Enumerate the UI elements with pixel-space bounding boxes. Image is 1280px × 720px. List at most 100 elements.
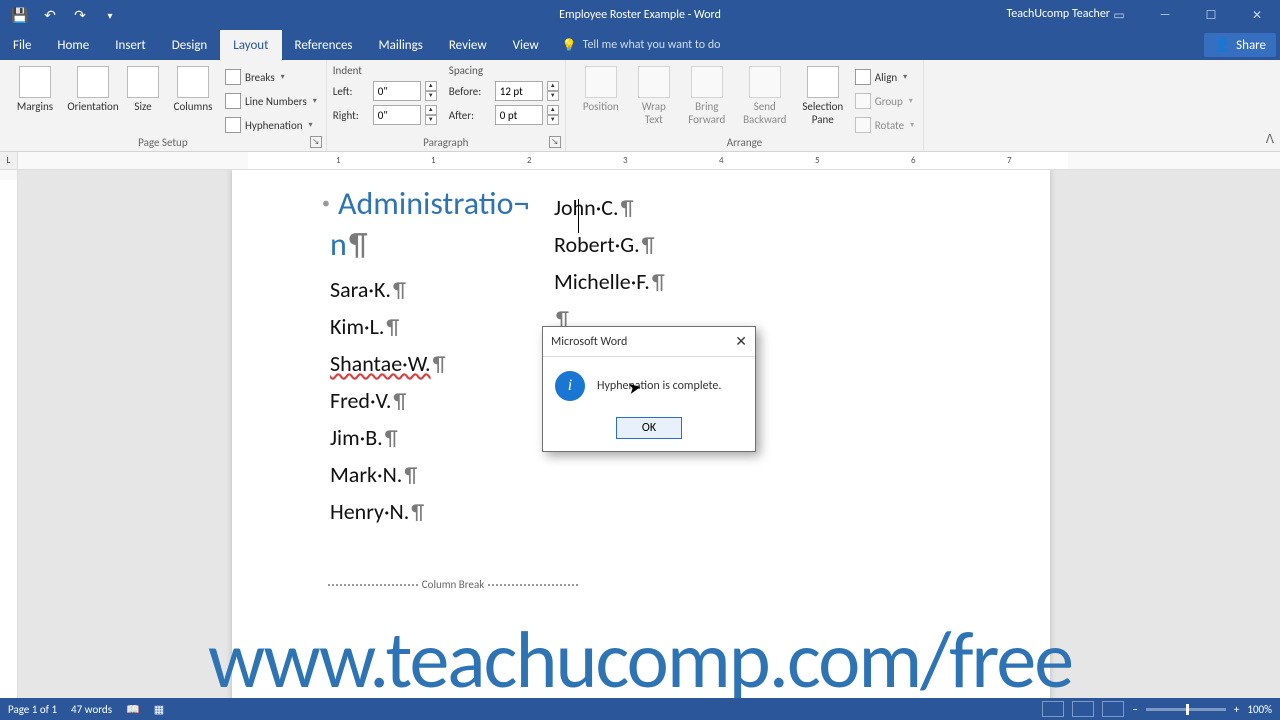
- bring-forward-icon: [691, 66, 723, 98]
- hyphenation-button[interactable]: Hyphenation: [222, 114, 320, 136]
- print-layout-icon[interactable]: [1072, 701, 1094, 717]
- tab-references[interactable]: References: [282, 30, 366, 60]
- spin-down-icon[interactable]: ▼: [547, 115, 559, 125]
- spin-up-icon[interactable]: ▲: [547, 105, 559, 115]
- spacing-header: Spacing: [449, 64, 559, 79]
- ribbon-display-icon[interactable]: ▭: [1096, 0, 1142, 30]
- zoom-level[interactable]: 100%: [1247, 703, 1272, 716]
- dialog-ok-button[interactable]: OK: [616, 417, 682, 439]
- columns-button[interactable]: Columns: [164, 62, 222, 117]
- collapse-ribbon-icon[interactable]: ᐱ: [1266, 132, 1274, 147]
- margins-label: Margins: [17, 100, 53, 113]
- orientation-label: Orientation: [67, 100, 118, 113]
- list-item: Henry·N.¶: [330, 498, 530, 525]
- spin-up-icon[interactable]: ▲: [547, 81, 559, 91]
- breaks-button[interactable]: Breaks: [222, 66, 320, 88]
- ribbon-tabs: File Home Insert Design Layout Reference…: [0, 30, 1280, 60]
- line-numbers-button[interactable]: Line Numbers: [222, 90, 320, 112]
- share-button[interactable]: 👤 Share: [1204, 33, 1276, 57]
- list-item: John·C.¶: [554, 194, 804, 221]
- send-backward-icon: [749, 66, 781, 98]
- list-item: Shantae·W.¶: [330, 350, 530, 377]
- user-name[interactable]: TeachUcomp Teacher: [1006, 7, 1110, 21]
- zoom-in-icon[interactable]: +: [1234, 703, 1239, 716]
- tab-design[interactable]: Design: [159, 30, 220, 60]
- columns-icon: [177, 66, 209, 98]
- status-word-count[interactable]: 47 words: [71, 703, 112, 716]
- spacing-before-label: Before:: [449, 85, 491, 98]
- bring-forward-button: Bring Forward: [678, 62, 736, 130]
- list-item: Michelle·F.¶: [554, 268, 804, 295]
- spacing-before-field[interactable]: Before: ▲▼: [449, 79, 559, 103]
- macro-icon[interactable]: ▦: [154, 703, 164, 716]
- tab-file[interactable]: File: [0, 30, 44, 60]
- vertical-ruler[interactable]: [0, 170, 18, 698]
- status-page[interactable]: Page 1 of 1: [8, 703, 57, 716]
- read-mode-icon[interactable]: [1042, 701, 1064, 717]
- tell-me-search[interactable]: 💡 Tell me what you want to do: [562, 30, 721, 60]
- spacing-after-label: After:: [449, 109, 491, 122]
- tab-view[interactable]: View: [500, 30, 552, 60]
- spacing-before-input[interactable]: [495, 81, 543, 101]
- hyphenation-icon: [225, 117, 241, 133]
- share-icon: 👤: [1214, 38, 1230, 53]
- spin-down-icon[interactable]: ▼: [425, 115, 437, 125]
- spacing-after-input[interactable]: [495, 105, 543, 125]
- wrap-text-button: Wrap Text: [630, 62, 678, 130]
- tab-review[interactable]: Review: [436, 30, 500, 60]
- status-bar: Page 1 of 1 47 words 📖 ▦ − + 100%: [0, 698, 1280, 720]
- tab-home[interactable]: Home: [44, 30, 102, 60]
- tab-mailings[interactable]: Mailings: [366, 30, 436, 60]
- undo-icon[interactable]: ↶: [36, 1, 64, 29]
- indent-right-field[interactable]: Right:▲▼: [333, 103, 437, 127]
- dialog-title: Microsoft Word: [551, 335, 627, 349]
- maximize-icon[interactable]: ☐: [1188, 0, 1234, 30]
- column-break-marker: Column Break: [328, 578, 578, 591]
- rotate-label: Rotate: [875, 119, 904, 132]
- heading-administration: •Administratio¬n¶: [330, 184, 530, 266]
- tab-insert[interactable]: Insert: [102, 30, 159, 60]
- paragraph-launcher-icon[interactable]: ↘: [549, 136, 561, 148]
- tab-layout[interactable]: Layout: [220, 30, 281, 60]
- minimize-icon[interactable]: —: [1142, 0, 1188, 30]
- close-icon[interactable]: ✕: [1234, 0, 1280, 30]
- selection-pane-label: Selection Pane: [798, 100, 848, 126]
- save-icon[interactable]: 💾: [6, 1, 34, 29]
- size-button[interactable]: Size: [122, 62, 164, 117]
- indent-right-input[interactable]: [373, 105, 421, 125]
- align-icon: [855, 69, 871, 85]
- qat-customize-icon[interactable]: ▾: [96, 1, 124, 29]
- paragraph-group-label: Paragraph: [333, 136, 559, 151]
- bring-forward-label: Bring Forward: [682, 100, 732, 126]
- selection-pane-button[interactable]: Selection Pane: [794, 62, 852, 130]
- indent-left-field[interactable]: Left:▲▼: [333, 79, 437, 103]
- wrap-text-icon: [638, 66, 670, 98]
- horizontal-ruler[interactable]: L 1 1 2 3 4 5 6 7: [0, 152, 1280, 170]
- columns-label: Columns: [174, 100, 213, 113]
- indent-header: Indent: [333, 64, 437, 79]
- align-button[interactable]: Align: [852, 66, 917, 88]
- margins-button[interactable]: Margins: [6, 62, 64, 117]
- list-item: Mark·N.¶: [330, 461, 530, 488]
- spin-down-icon[interactable]: ▼: [425, 91, 437, 101]
- zoom-slider[interactable]: [1146, 708, 1226, 711]
- dialog-message: Hyphenation is complete.: [597, 379, 721, 393]
- breaks-icon: [225, 69, 241, 85]
- redo-icon[interactable]: ↷: [66, 1, 94, 29]
- page-setup-group-label: Page Setup: [6, 136, 320, 151]
- spin-up-icon[interactable]: ▲: [425, 81, 437, 91]
- position-label: Position: [583, 100, 619, 113]
- line-numbers-label: Line Numbers: [245, 95, 307, 108]
- zoom-out-icon[interactable]: −: [1132, 703, 1137, 716]
- spin-up-icon[interactable]: ▲: [425, 105, 437, 115]
- spacing-after-field[interactable]: After: ▲▼: [449, 103, 559, 127]
- page-setup-launcher-icon[interactable]: ↘: [310, 136, 322, 148]
- size-icon: [127, 66, 159, 98]
- dialog-close-icon[interactable]: ✕: [735, 333, 747, 350]
- web-layout-icon[interactable]: [1102, 701, 1124, 717]
- list-item: Jim·B.¶: [330, 424, 530, 451]
- spellcheck-icon[interactable]: 📖: [126, 703, 140, 716]
- spin-down-icon[interactable]: ▼: [547, 91, 559, 101]
- indent-left-input[interactable]: [373, 81, 421, 101]
- orientation-button[interactable]: Orientation: [64, 62, 122, 117]
